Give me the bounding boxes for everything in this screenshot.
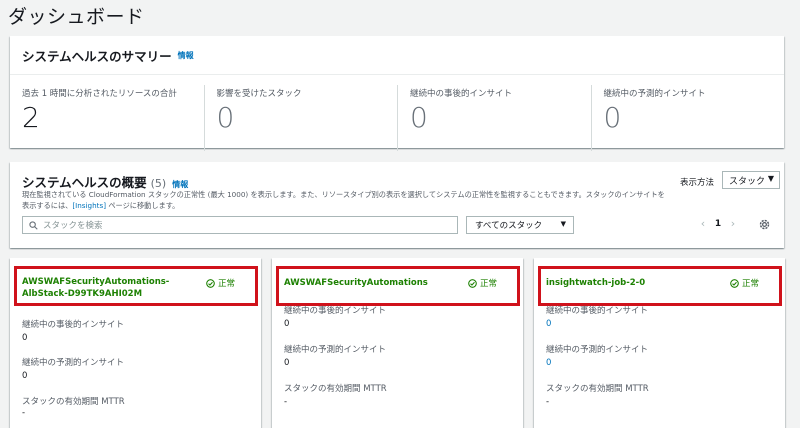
- display-by-select[interactable]: スタック ▼: [722, 171, 780, 189]
- stack-name-link[interactable]: AWSWAFSecurityAutomations: [284, 277, 464, 289]
- search-icon: [29, 220, 38, 230]
- stack-status: 正常: [468, 277, 497, 289]
- metric-value: 0: [410, 101, 428, 134]
- metric-label: 影響を受けたスタック: [216, 89, 302, 99]
- health-summary-title: システムヘルスのサマリー: [22, 48, 172, 64]
- pagination: ‹ 1 ›: [696, 217, 740, 230]
- metric-label: 継続中の事後的インサイト: [410, 89, 513, 99]
- stack-name-link[interactable]: AWSWAFSecurityAutomations-AlbStack-D99TK…: [22, 276, 202, 300]
- health-summary-metrics: 過去 1 時間に分析されたリソースの合計 2 影響を受けたスタック 0 継続中の…: [10, 75, 784, 151]
- check-circle-icon: [730, 278, 739, 288]
- proactive-insights-value: 0: [22, 371, 28, 381]
- mttr-label: スタックの有効期間 MTTR: [22, 397, 125, 407]
- health-summary-panel: システムヘルスのサマリー 情報 過去 1 時間に分析されたリソースの合計 2 影…: [10, 36, 784, 151]
- reactive-insights-label: 継続中の事後的インサイト: [284, 306, 387, 316]
- metric-value: 0: [216, 101, 235, 134]
- metric-affected-stacks: 影響を受けたスタック 0: [203, 85, 398, 151]
- caret-down-icon: ▼: [767, 174, 774, 183]
- metric-proactive-insights: 継続中の予測的インサイト 0: [590, 85, 785, 151]
- stack-card[interactable]: insightwatch-job-2-0 正常 継続中の事後的インサイト 0 継…: [534, 258, 785, 428]
- stack-search-input[interactable]: スタックを検索: [22, 216, 458, 234]
- proactive-insights-value: 0: [284, 358, 290, 368]
- mttr-label: スタックの有効期間 MTTR: [284, 384, 387, 394]
- stack-name-link[interactable]: insightwatch-job-2-0: [546, 277, 726, 289]
- health-summary-info-link[interactable]: 情報: [178, 50, 194, 61]
- check-circle-icon: [468, 278, 477, 288]
- metric-value: 0: [603, 101, 622, 134]
- reactive-insights-value[interactable]: 0: [546, 319, 551, 329]
- chevron-left-icon[interactable]: ‹: [696, 217, 710, 230]
- stack-filter-value: すべてのスタック: [475, 221, 543, 231]
- page-number[interactable]: 1: [710, 219, 726, 229]
- proactive-insights-value[interactable]: 0: [546, 358, 551, 368]
- display-by-value: スタック: [729, 176, 766, 187]
- description-line-2: 表示するには、[Insights] ページに移動します。: [22, 200, 712, 211]
- proactive-insights-label: 継続中の予測的インサイト: [22, 358, 125, 368]
- display-by-label: 表示方法: [680, 178, 715, 188]
- description-text: ページに移動します。: [106, 201, 180, 210]
- mttr-value: -: [22, 408, 26, 418]
- description-line-1: 現在監視されている CloudFormation スタックの正常性 (最大 10…: [22, 190, 665, 199]
- stack-status: 正常: [206, 277, 235, 289]
- insights-link[interactable]: [Insights]: [72, 201, 106, 210]
- page-title: ダッシュボード: [8, 6, 145, 28]
- reactive-insights-value: 0: [284, 319, 290, 329]
- chevron-right-icon[interactable]: ›: [726, 217, 740, 230]
- stack-status: 正常: [730, 277, 759, 289]
- mttr-value: -: [284, 397, 288, 407]
- health-summary-header: システムヘルスのサマリー 情報: [10, 36, 784, 75]
- stack-card[interactable]: AWSWAFSecurityAutomations 正常 継続中の事後的インサイ…: [272, 258, 523, 428]
- stack-status-text: 正常: [218, 279, 236, 289]
- metric-value: 2: [22, 101, 40, 134]
- health-overview-panel: システムヘルスの概要 (5) 情報 現在監視されている CloudFormati…: [10, 162, 784, 248]
- stack-status-text: 正常: [742, 279, 760, 289]
- metric-resources-analyzed: 過去 1 時間に分析されたリソースの合計 2: [10, 85, 204, 151]
- reactive-insights-value: 0: [22, 333, 28, 343]
- mttr-label: スタックの有効期間 MTTR: [546, 384, 649, 394]
- metric-reactive-insights: 継続中の事後的インサイト 0: [397, 85, 591, 151]
- stack-card[interactable]: AWSWAFSecurityAutomations-AlbStack-D99TK…: [10, 258, 261, 428]
- mttr-value: -: [546, 397, 550, 407]
- metric-label: 継続中の予測的インサイト: [603, 89, 706, 99]
- stack-filter-select[interactable]: すべてのスタック ▼: [466, 216, 574, 234]
- metric-label: 過去 1 時間に分析されたリソースの合計: [22, 89, 177, 99]
- search-placeholder: スタックを検索: [43, 221, 103, 231]
- proactive-insights-label: 継続中の予測的インサイト: [546, 345, 649, 355]
- check-circle-icon: [206, 278, 215, 288]
- reactive-insights-label: 継続中の事後的インサイト: [546, 306, 649, 316]
- caret-down-icon: ▼: [560, 220, 566, 228]
- description-text: 表示するには、: [22, 201, 73, 210]
- stack-status-text: 正常: [480, 279, 498, 289]
- health-overview-description: 現在監視されている CloudFormation スタックの正常性 (最大 10…: [22, 189, 712, 211]
- proactive-insights-label: 継続中の予測的インサイト: [284, 345, 387, 355]
- reactive-insights-label: 継続中の事後的インサイト: [22, 320, 125, 330]
- gear-icon[interactable]: [758, 218, 771, 231]
